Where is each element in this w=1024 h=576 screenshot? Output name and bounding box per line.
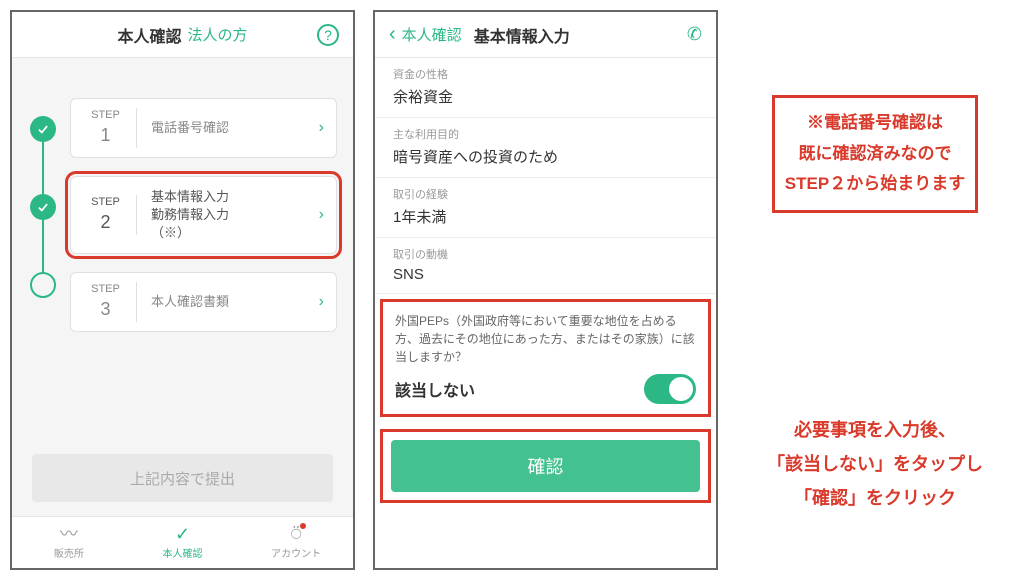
- chevron-right-icon: ›: [319, 206, 324, 224]
- field-label: 資金の性格: [393, 66, 698, 82]
- confirm-button[interactable]: 確認: [391, 440, 700, 492]
- annotations: ※電話番号確認は 既に確認済みなので STEP２から始まります 必要事項を入力後…: [736, 10, 1014, 566]
- field-label: 取引の動機: [393, 246, 698, 262]
- step-card-1[interactable]: STEP1 電話番号確認 ›: [70, 98, 337, 158]
- phone-form-screen: ‹ 本人確認 基本情報入力 ✆ 資金の性格 余裕資金 主な利用目的 暗号資産への…: [373, 10, 718, 570]
- nav-label: 本人確認: [163, 545, 203, 560]
- field-value: 暗号資産への投資のため: [393, 146, 698, 167]
- back-link[interactable]: 本人確認: [402, 24, 462, 45]
- field-fund-nature[interactable]: 資金の性格 余裕資金: [375, 58, 716, 118]
- person-icon: ⍥: [291, 525, 302, 543]
- step-label: 本人確認書類: [137, 293, 319, 311]
- page-title: 基本情報入力: [474, 23, 570, 47]
- peps-block: 外国PEPs（外国政府等において重要な地位を占める方、過去にその地位にあった方、…: [383, 302, 708, 414]
- step-label: 電話番号確認: [137, 119, 319, 137]
- phone-icon[interactable]: ✆: [687, 24, 702, 45]
- peps-value: 該当しない: [395, 377, 475, 401]
- nav-sales[interactable]: 〰 販売所: [12, 517, 126, 568]
- chart-line-icon: 〰: [60, 525, 78, 543]
- step-dot-pending: [30, 272, 56, 298]
- step-cards: STEP1 電話番号確認 › STEP2 基本情報入力 勤務情報入力 （※） ›…: [70, 98, 337, 454]
- shield-check-icon: ✓: [175, 525, 190, 543]
- step-dot-done: [30, 194, 56, 220]
- field-label: 主な利用目的: [393, 126, 698, 142]
- field-experience[interactable]: 取引の経験 1年未満: [375, 178, 716, 238]
- nav-label: 販売所: [54, 545, 84, 560]
- step-card-3[interactable]: STEP3 本人確認書類 ›: [70, 272, 337, 332]
- step-label: 基本情報入力 勤務情報入力 （※）: [137, 188, 319, 243]
- submit-row: 上記内容で提出: [12, 454, 353, 516]
- timeline-line: [42, 142, 44, 194]
- header-subtitle-link[interactable]: 法人の方: [188, 24, 248, 45]
- header-bar: 本人確認 法人の方 ?: [12, 12, 353, 58]
- annotation-boxed: ※電話番号確認は 既に確認済みなので STEP２から始まります: [772, 95, 978, 213]
- back-chevron-icon[interactable]: ‹: [389, 23, 396, 46]
- confirm-wrap: 確認: [383, 432, 708, 500]
- field-purpose[interactable]: 主な利用目的 暗号資産への投資のため: [375, 118, 716, 178]
- nav-account[interactable]: ⍥ アカウント: [239, 517, 353, 568]
- notification-dot-icon: [300, 523, 306, 529]
- nav-label: アカウント: [271, 545, 321, 560]
- step-badge: STEP2: [83, 195, 137, 235]
- help-icon[interactable]: ?: [317, 24, 339, 46]
- peps-toggle[interactable]: [644, 374, 696, 404]
- step-card-2[interactable]: STEP2 基本情報入力 勤務情報入力 （※） ›: [70, 176, 337, 254]
- field-label: 取引の経験: [393, 186, 698, 202]
- field-value: 余裕資金: [393, 86, 698, 107]
- chevron-right-icon: ›: [319, 119, 324, 137]
- peps-question: 外国PEPs（外国政府等において重要な地位を占める方、過去にその地位にあった方、…: [395, 312, 696, 366]
- field-value: 1年未満: [393, 206, 698, 227]
- chevron-right-icon: ›: [319, 293, 324, 311]
- submit-button[interactable]: 上記内容で提出: [32, 454, 333, 502]
- peps-row: 該当しない: [395, 374, 696, 404]
- step-badge: STEP1: [83, 108, 137, 148]
- step-badge: STEP3: [83, 282, 137, 322]
- step-dot-done: [30, 116, 56, 142]
- timeline: [28, 98, 58, 454]
- field-motive[interactable]: 取引の動機 SNS: [375, 238, 716, 294]
- header-bar: ‹ 本人確認 基本情報入力 ✆: [375, 12, 716, 58]
- bottom-nav: 〰 販売所 ✓ 本人確認 ⍥ アカウント: [12, 516, 353, 568]
- nav-identity[interactable]: ✓ 本人確認: [126, 517, 240, 568]
- steps-area: STEP1 電話番号確認 › STEP2 基本情報入力 勤務情報入力 （※） ›…: [12, 58, 353, 454]
- field-value: SNS: [393, 266, 698, 283]
- page-title: 本人確認: [117, 23, 181, 47]
- annotation-text: 必要事項を入力後、 「該当しない」をタップし 「確認」をクリック: [767, 413, 983, 516]
- phone-steps-screen: 本人確認 法人の方 ? STEP1 電話番号確認 › STEP2 基本情報入力 …: [10, 10, 355, 570]
- timeline-line: [42, 220, 44, 272]
